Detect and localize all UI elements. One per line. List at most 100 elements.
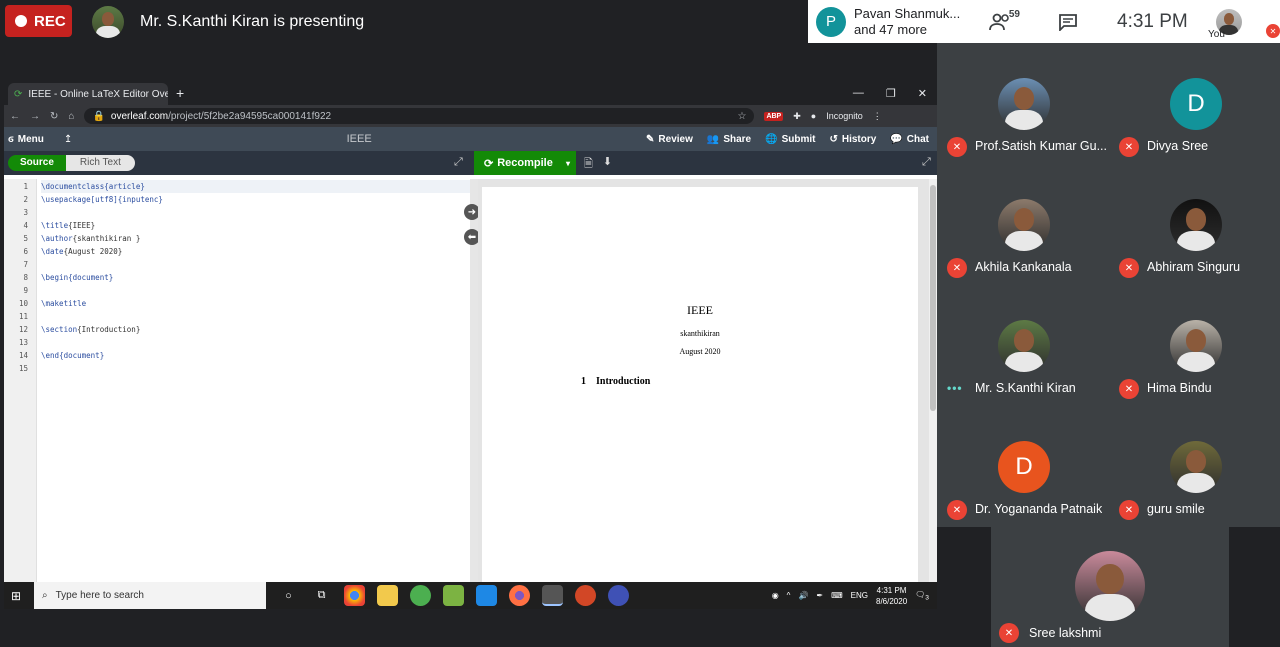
history-button[interactable]: ↺ History xyxy=(829,134,876,145)
recompile-dropdown-icon[interactable]: ▾ xyxy=(566,159,570,168)
code-line[interactable]: \date{August 2020} xyxy=(41,245,470,258)
participant-tile[interactable]: ✕ Akhila Kankanala xyxy=(937,164,1109,285)
chat-button[interactable] xyxy=(1053,7,1083,37)
participant-tile[interactable]: ✕ Prof.Satish Kumar Gu... xyxy=(937,43,1109,164)
review-button[interactable]: ✎ Review xyxy=(646,134,693,145)
notepad-icon[interactable] xyxy=(443,585,464,606)
forward-icon[interactable]: → xyxy=(30,111,40,122)
code-line[interactable]: \title{IEEE} xyxy=(41,219,470,232)
keyboard-icon[interactable]: ⌨ xyxy=(831,591,843,600)
expand-pdf-icon[interactable]: ⤢ xyxy=(922,156,931,169)
extensions-icon[interactable]: ✚ xyxy=(793,111,801,122)
line-number: 2 xyxy=(23,195,28,204)
pen-icon[interactable]: ✒ xyxy=(816,591,823,600)
participant-tile[interactable]: D ✕ Dr. Yogananda Patnaik xyxy=(937,406,1109,527)
language-indicator[interactable]: ENG xyxy=(851,591,868,600)
url-path: /project/5f2be2a94595ca000141f922 xyxy=(168,110,332,122)
bookmark-star-icon[interactable]: ☆ xyxy=(737,111,746,122)
self-mic-off-icon[interactable]: ✕ xyxy=(1266,24,1280,38)
log-file-icon[interactable]: 🗎 xyxy=(584,155,593,174)
tab-title: IEEE - Online LaTeX Editor Overle xyxy=(28,88,168,100)
participant-summary[interactable]: P Pavan Shanmuk... and 47 more xyxy=(808,0,968,43)
editor-subbar: Source Rich Text ⤢ ⟳ Recompile ▾ 🗎 ⬇ ⤢ xyxy=(4,151,937,175)
new-tab-button[interactable]: + xyxy=(176,85,184,101)
chrome-icon[interactable] xyxy=(344,585,365,606)
submit-button[interactable]: 🌐 Submit xyxy=(765,134,815,145)
code-line[interactable] xyxy=(41,258,470,271)
chat-panel-button[interactable]: 💬 Chat xyxy=(890,134,929,145)
participant-tile[interactable]: ✕ guru smile xyxy=(1109,406,1280,527)
powerpoint-icon[interactable] xyxy=(575,585,596,606)
browser-tab[interactable]: ⟳ IEEE - Online LaTeX Editor Overle ✕ xyxy=(8,83,168,105)
code-line[interactable]: \usepackage[utf8]{inputenc} xyxy=(41,193,470,206)
code-line[interactable] xyxy=(41,206,470,219)
notification-count: 3 xyxy=(925,594,929,602)
window-close-icon[interactable]: ✕ xyxy=(918,87,927,100)
participant-avatar: D xyxy=(998,441,1050,493)
code-line[interactable] xyxy=(41,310,470,323)
code-line[interactable]: \author{skanthikiran } xyxy=(41,232,470,245)
participant-tile[interactable]: ✕ Abhiram Singuru xyxy=(1109,164,1280,285)
mic-off-icon: ✕ xyxy=(1119,500,1139,520)
address-bar[interactable]: 🔒 overleaf.com/project/5f2be2a94595ca000… xyxy=(84,108,755,124)
presenter-banner: Mr. S.Kanthi Kiran is presenting xyxy=(92,6,364,38)
code-editor[interactable]: 1 2 3 4 5 6 7 8 9 10 11 12 13 14 15 \documentclass{art… xyxy=(4,179,470,585)
adblock-icon[interactable]: ABP xyxy=(764,111,784,121)
code-command: \author xyxy=(41,234,73,243)
participant-summary-name: Pavan Shanmuk... xyxy=(854,5,961,21)
code-line[interactable]: \maketitle xyxy=(41,297,470,310)
download-pdf-icon[interactable]: ⬇ xyxy=(603,155,612,174)
source-tab[interactable]: Source xyxy=(8,155,66,171)
pdf-scrollbar[interactable] xyxy=(929,179,937,585)
app-icon[interactable] xyxy=(608,585,629,606)
windows-start-icon[interactable]: ⊞ xyxy=(4,589,28,603)
code-line[interactable] xyxy=(41,336,470,349)
restore-icon[interactable]: ❐ xyxy=(886,87,896,100)
participant-avatar xyxy=(998,199,1050,251)
more-options-icon[interactable]: ••• xyxy=(947,381,963,395)
taskbar-search[interactable]: ⌕ Type here to search xyxy=(34,582,266,609)
code-line[interactable]: \end{document} xyxy=(41,349,470,362)
participant-tile[interactable]: D ✕ Divya Sree xyxy=(1109,43,1280,164)
overleaf-toolbar: ϭ Menu ↥ IEEE ✎ Review 👥 Share 🌐 Submit ↺ Hi… xyxy=(4,127,937,151)
help-icon[interactable]: ◉ xyxy=(772,591,779,600)
line-number: 4 xyxy=(23,221,28,230)
minimize-icon[interactable]: — xyxy=(853,87,864,100)
notification-icon[interactable]: 🗨3 xyxy=(915,590,929,602)
browser-menu-icon[interactable]: ⋮ xyxy=(873,111,882,122)
cortana-icon[interactable]: ○ xyxy=(278,585,299,606)
share-button[interactable]: 👥 Share xyxy=(707,134,751,145)
utorrent-icon[interactable] xyxy=(410,585,431,606)
code-line[interactable]: \documentclass{article} xyxy=(41,180,470,193)
volume-icon[interactable]: 🔊 xyxy=(798,591,808,600)
file-explorer-icon[interactable] xyxy=(377,585,398,606)
chrome-active-icon[interactable] xyxy=(542,585,563,606)
expand-editor-icon[interactable]: ⤢ xyxy=(454,156,463,169)
participant-tile[interactable]: ••• Mr. S.Kanthi Kiran xyxy=(937,285,1109,406)
pdf-date: August 2020 xyxy=(679,347,721,356)
submit-label: Submit xyxy=(781,133,816,145)
firefox-icon[interactable] xyxy=(509,585,530,606)
code-line[interactable]: \begin{document} xyxy=(41,271,470,284)
back-icon[interactable]: ← xyxy=(10,111,20,122)
code-line[interactable] xyxy=(41,362,470,375)
participant-tile[interactable]: ✕ Sree lakshmi xyxy=(991,527,1229,647)
reload-icon[interactable]: ↻ xyxy=(50,111,58,122)
task-view-icon[interactable]: ⧉ xyxy=(311,585,332,606)
tray-chevron-icon[interactable]: ^ xyxy=(787,591,791,600)
code-line[interactable] xyxy=(41,284,470,297)
menu-button[interactable]: ϭ Menu xyxy=(8,134,44,145)
code-line[interactable]: \section{Introduction} xyxy=(41,323,470,336)
home-icon[interactable]: ⌂ xyxy=(68,111,74,122)
line-number: 13 xyxy=(18,338,28,347)
code-argument: [utf8]{inputenc} xyxy=(90,195,163,204)
share-icon: 👥 xyxy=(706,133,720,145)
taskbar-clock[interactable]: 4:31 PM 8/6/2020 xyxy=(876,585,907,607)
participant-tile[interactable]: ✕ Hima Bindu xyxy=(1109,285,1280,406)
vscode-icon[interactable] xyxy=(476,585,497,606)
rich-text-tab[interactable]: Rich Text xyxy=(65,155,135,171)
code-area[interactable]: \documentclass{article} \usepackage[utf8]… xyxy=(37,179,470,585)
recompile-button[interactable]: ⟳ Recompile ▾ xyxy=(474,151,576,175)
upload-icon[interactable]: ↥ xyxy=(64,134,72,145)
people-button[interactable]: 59 xyxy=(986,7,1020,37)
